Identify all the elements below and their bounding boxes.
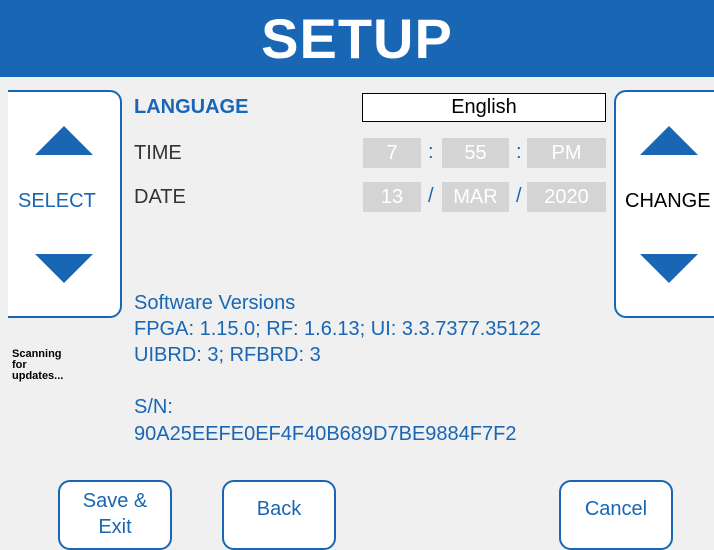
select-up-icon[interactable] — [35, 126, 93, 155]
serial-number-label: S/N: — [134, 396, 173, 418]
time-label[interactable]: TIME — [134, 142, 182, 165]
select-panel: SELECT — [8, 90, 122, 318]
change-label: CHANGE — [625, 190, 711, 212]
time-separator: : — [516, 141, 522, 163]
header-bar: SETUP — [0, 0, 714, 77]
date-day-value: 13 — [380, 185, 404, 208]
time-separator: : — [428, 141, 434, 163]
date-month-field[interactable]: MAR — [442, 182, 509, 212]
cancel-button[interactable]: Cancel — [559, 480, 673, 550]
time-ampm-value: PM — [551, 141, 582, 164]
back-button[interactable]: Back — [222, 480, 336, 550]
page-title: SETUP — [261, 7, 453, 70]
language-field[interactable]: English — [362, 93, 606, 122]
software-versions-heading: Software Versions — [134, 292, 296, 314]
date-separator: / — [516, 185, 522, 207]
change-down-icon[interactable] — [640, 254, 698, 283]
time-hour-field[interactable]: 7 — [363, 138, 421, 168]
save-exit-label-line1: Save & — [82, 490, 148, 512]
time-minute-field[interactable]: 55 — [442, 138, 509, 168]
save-exit-button[interactable]: Save & Exit — [58, 480, 172, 550]
date-day-field[interactable]: 13 — [363, 182, 421, 212]
time-hour-value: 7 — [386, 141, 398, 164]
time-minute-value: 55 — [464, 141, 487, 164]
date-year-field[interactable]: 2020 — [527, 182, 606, 212]
language-label[interactable]: LANGUAGE — [134, 96, 248, 119]
change-up-icon[interactable] — [640, 126, 698, 155]
language-value: English — [451, 96, 517, 118]
select-down-icon[interactable] — [35, 254, 93, 283]
save-exit-label-line2: Exit — [98, 516, 132, 538]
date-year-value: 2020 — [544, 185, 589, 208]
scanning-status-line3: updates... — [12, 370, 64, 382]
cancel-label: Cancel — [584, 498, 648, 520]
change-panel: CHANGE — [614, 90, 714, 318]
scanning-status: Scanning for updates... — [12, 349, 82, 382]
date-separator: / — [428, 185, 434, 207]
select-label: SELECT — [18, 190, 96, 212]
date-label[interactable]: DATE — [134, 186, 186, 209]
back-label: Back — [256, 498, 302, 520]
software-versions-line2: UIBRD: 3; RFBRD: 3 — [134, 344, 321, 366]
serial-number-value: 90A25EEFE0EF4F40B689D7BE9884F7F2 — [134, 423, 517, 445]
software-versions-line1: FPGA: 1.15.0; RF: 1.6.13; UI: 3.3.7377.3… — [134, 318, 541, 340]
time-ampm-field[interactable]: PM — [527, 138, 606, 168]
date-month-value: MAR — [453, 185, 498, 208]
